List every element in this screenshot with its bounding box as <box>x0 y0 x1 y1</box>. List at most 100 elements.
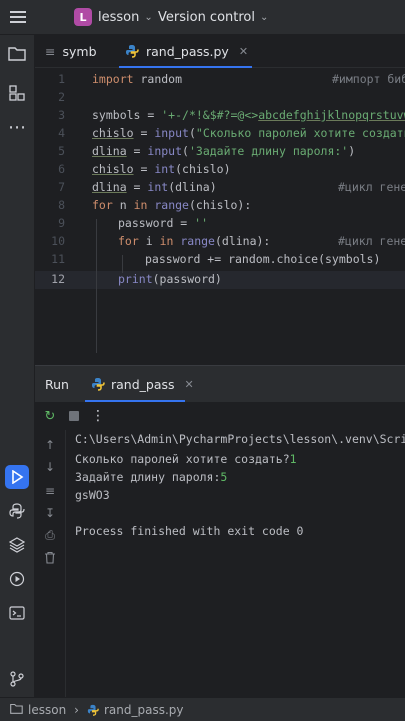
tab-symb[interactable]: ≡ symb <box>45 35 97 67</box>
main-menu-button[interactable] <box>10 0 26 34</box>
code-line: symbols = '+-/*!&$#?=@<>abcdefghijklnopq… <box>92 108 405 122</box>
text-file-icon: ≡ <box>45 43 56 59</box>
builtin: input <box>147 144 183 158</box>
code-editor[interactable]: 1 2 3 4 5 6 7 8 9 10 11 12 import random… <box>35 68 405 364</box>
line-number: 11 <box>51 252 65 266</box>
code-comment: #цикл гене <box>338 234 405 248</box>
code-line: chislo = int(chislo) <box>92 162 231 176</box>
string-literal: '+-/*!&$#?=@<> <box>161 108 259 122</box>
code-text: (chislo) <box>175 162 231 176</box>
line-number: 3 <box>58 108 65 122</box>
run-title: Run <box>45 376 69 392</box>
line-number: 1 <box>58 72 65 86</box>
line-number: 8 <box>58 198 65 212</box>
output-user-input: 5 <box>220 470 228 484</box>
python-file-icon <box>126 45 139 58</box>
line-number: 4 <box>58 126 65 140</box>
run-tab-label: rand_pass <box>111 376 175 392</box>
code-text: ) <box>348 144 356 158</box>
string-literal: '' <box>194 216 209 230</box>
code-text: n <box>112 198 134 212</box>
output-user-input: 1 <box>289 452 297 466</box>
folder-icon[interactable] <box>5 41 29 65</box>
project-badge: L <box>74 8 92 26</box>
keyword: import <box>92 72 134 86</box>
down-arrow-icon[interactable]: ↓ <box>41 458 59 476</box>
line-number: 5 <box>58 144 65 158</box>
code-line: for i in range(dlina): <box>118 234 270 248</box>
git-icon[interactable] <box>5 667 29 691</box>
title-bar: L lesson ⌄ Version control ⌄ <box>0 0 405 35</box>
code-comment: #импорт биб <box>332 72 405 86</box>
tab-label: symb <box>62 43 97 59</box>
folder-icon <box>10 703 23 717</box>
builtin: int <box>154 162 176 176</box>
python-console-icon[interactable] <box>5 499 29 523</box>
code-line: password += random.choice(symbols) <box>145 252 381 266</box>
string-literal: abcdefghijklnopqrstuvwx <box>258 108 405 122</box>
code-text: chislo <box>92 162 134 176</box>
builtin: range <box>147 198 189 212</box>
line-number: 9 <box>58 216 65 230</box>
code-line: password = '' <box>118 216 208 230</box>
code-comment: #цикл гене <box>338 180 405 194</box>
terminal-icon[interactable] <box>5 601 29 625</box>
close-icon[interactable]: ✕ <box>185 378 194 391</box>
line-number: 7 <box>58 180 65 194</box>
project-selector[interactable]: L lesson ⌄ <box>74 0 153 34</box>
run-icon[interactable] <box>5 465 29 489</box>
code-text: dlina <box>92 180 127 194</box>
project-name: lesson <box>98 9 140 25</box>
scroll-to-end-icon[interactable]: ↧ <box>41 504 59 522</box>
breadcrumb-file[interactable]: rand_pass.py <box>104 703 184 717</box>
structure-icon[interactable] <box>5 81 29 105</box>
run-toolbar: ↻ ⋮ <box>35 403 405 429</box>
builtin: range <box>173 234 215 248</box>
stop-icon[interactable] <box>65 407 83 425</box>
run-tool-window: Run rand_pass ✕ ↻ ⋮ ↑ ↓ ≡ ↧ ⎙ C:\Users\A… <box>35 365 405 698</box>
trash-icon[interactable] <box>41 548 59 566</box>
output-prompt: Задайте длину пароля: <box>75 470 221 484</box>
code-text: i <box>138 234 160 248</box>
builtin: int <box>147 180 169 194</box>
code-line: dlina = input('Задайте длину пароля:') <box>92 144 356 158</box>
services-icon[interactable] <box>5 567 29 591</box>
python-file-icon <box>92 378 105 391</box>
code-text: password = <box>118 216 195 230</box>
keyword: in <box>159 234 174 248</box>
code-text: (dlina) <box>168 180 217 194</box>
run-side-toolbar: ↑ ↓ ≡ ↧ ⎙ <box>35 430 66 698</box>
output-password: gsWO3 <box>75 488 110 502</box>
output-finished: Process finished with exit code 0 <box>75 524 304 538</box>
output-path: C:\Users\Admin\PycharmProjects\lesson\.v… <box>75 432 405 446</box>
line-number: 6 <box>58 162 65 176</box>
vcs-selector[interactable]: Version control ⌄ <box>158 0 268 34</box>
code-text: chislo <box>92 126 134 140</box>
code-text: (chislo): <box>188 198 252 212</box>
rerun-icon[interactable]: ↻ <box>41 407 59 425</box>
indent-guide <box>96 219 97 353</box>
more-icon[interactable]: ⋯ <box>5 115 29 139</box>
tab-rand-pass[interactable]: rand_pass.py ✕ <box>118 35 253 68</box>
run-tab[interactable]: rand_pass ✕ <box>91 366 194 402</box>
code-line: chislo = input("Сколько паролей хотите с… <box>92 126 405 140</box>
code-line: print(password) <box>118 272 222 286</box>
code-text: = <box>133 126 155 140</box>
print-icon[interactable]: ⎙ <box>41 526 59 544</box>
more-vertical-icon[interactable]: ⋮ <box>89 407 107 425</box>
status-bar: lesson › rand_pass.py <box>0 697 405 721</box>
run-header: Run rand_pass ✕ <box>35 366 405 402</box>
layers-icon[interactable] <box>5 533 29 557</box>
code-line: for n in range(chislo): <box>92 198 251 212</box>
output-prompt: Сколько паролей хотите создать? <box>75 452 290 466</box>
python-file-icon <box>87 704 99 716</box>
close-icon[interactable]: ✕ <box>239 45 248 58</box>
keyword: in <box>133 198 148 212</box>
builtin: input <box>154 126 189 140</box>
soft-wrap-icon[interactable]: ≡ <box>41 482 59 500</box>
string-literal: 'Задайте длину пароля:' <box>188 144 349 158</box>
up-arrow-icon[interactable]: ↑ <box>41 436 59 454</box>
code-text: dlina <box>92 144 127 158</box>
vcs-label: Version control <box>158 9 255 25</box>
breadcrumb-project[interactable]: lesson <box>28 703 66 717</box>
